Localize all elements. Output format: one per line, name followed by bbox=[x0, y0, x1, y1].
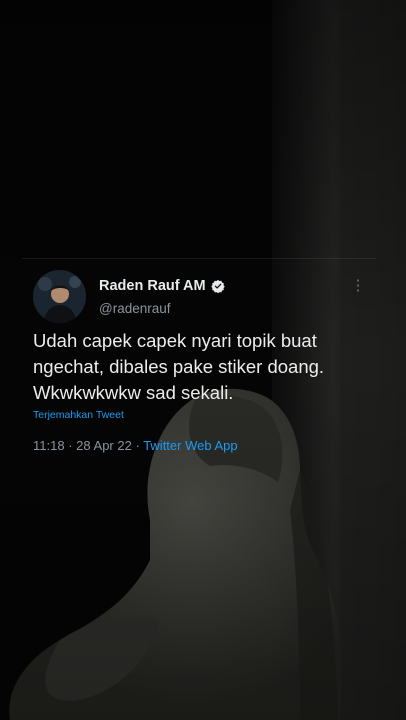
avatar-icon bbox=[33, 270, 86, 323]
avatar[interactable] bbox=[33, 270, 86, 323]
translate-tweet-link[interactable]: Terjemahkan Tweet bbox=[33, 409, 124, 421]
meta-separator: · bbox=[135, 438, 140, 453]
meta-separator: · bbox=[68, 438, 73, 453]
author-name-text: Raden Rauf AM bbox=[99, 278, 206, 294]
more-options-icon[interactable]: ⋮ bbox=[350, 278, 366, 294]
tweet-text-line: Udah capek capek nyari topik buat bbox=[33, 330, 317, 351]
tweet-card[interactable]: Raden Rauf AM @radenrauf ⋮ Udah capek ca… bbox=[0, 258, 406, 458]
tweet-divider bbox=[22, 258, 376, 259]
tweet-source-link[interactable]: Twitter Web App bbox=[143, 438, 237, 453]
author-handle[interactable]: @radenrauf bbox=[99, 301, 171, 316]
tweet-text-line: ngechat, dibales pake stiker doang. bbox=[33, 356, 325, 377]
author-name[interactable]: Raden Rauf AM bbox=[99, 278, 225, 294]
tweet-time[interactable]: 11:18 bbox=[33, 438, 65, 453]
tweet-text: Udah capek capek nyari topik buat ngecha… bbox=[33, 328, 363, 406]
tweet-meta: 11:18 · 28 Apr 22 · Twitter Web App bbox=[33, 438, 238, 453]
verified-badge-icon bbox=[210, 279, 225, 293]
tweet-text-line: Wkwkwkwkw sad sekali. bbox=[33, 382, 234, 403]
tweet-date[interactable]: 28 Apr 22 bbox=[76, 438, 132, 453]
